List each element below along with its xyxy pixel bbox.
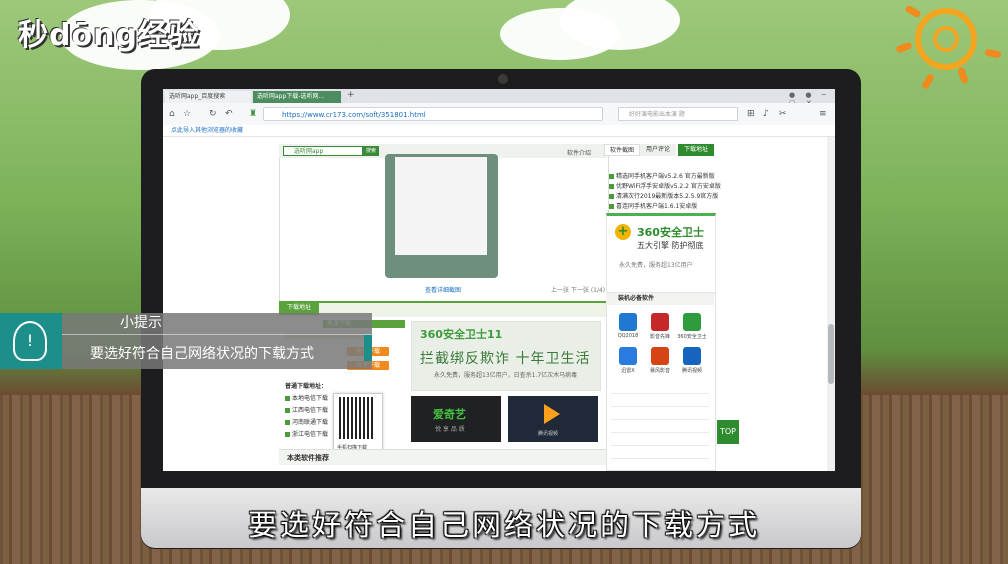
sun-ray — [984, 48, 1002, 59]
tip-title: 小提示 — [120, 315, 162, 331]
refresh-icon[interactable]: ↻ — [209, 107, 217, 121]
shield-icon: ♜ — [249, 109, 258, 119]
news-item[interactable]: 优野WiFi浮手安卓版v5.2.2 官方安卓版 — [609, 181, 721, 190]
site-search-input[interactable]: 选听网app — [283, 146, 363, 156]
tip-lightbulb-panel: ! — [0, 313, 62, 369]
news-item[interactable]: 精选同手机客户端v5.2.6 官方最新版 — [609, 171, 715, 180]
scrollbar-track[interactable] — [827, 137, 835, 471]
related-software-header: 本类软件推荐 — [279, 449, 607, 465]
browser-tab-active[interactable]: 选听网app下载-选听网... — [253, 91, 341, 103]
tip-divider — [62, 334, 372, 335]
app-label: 腾讯视频 — [681, 368, 702, 374]
tab-bar: 选听网app_百度搜索 选听网app下载-选听网... + ● ● ─ ▢ ✕ — [163, 89, 835, 107]
video-subtitle: 要选好符合自己网络状况的下载方式 — [247, 508, 760, 542]
tab-screenshots[interactable]: 软件截图 — [604, 144, 640, 156]
news-item[interactable]: 清满次行2019最新版本5.2.5.9官方版 — [609, 191, 718, 200]
sun-ray — [956, 66, 970, 85]
qq-icon[interactable] — [619, 313, 637, 331]
ad-360-banner[interactable]: 360安全卫士11 拦截绑反欺诈 十年卫生活 永久免费，服务超13亿用户，日查杀… — [411, 321, 601, 391]
ad-iqiyi[interactable]: 爱奇艺 悦 享 品 质 — [411, 396, 501, 442]
software-category-list — [611, 387, 709, 465]
ad-360-sub: 永久免费，服务超13亿用户，日查杀1.7亿次木马病毒 — [434, 372, 578, 379]
scissors-icon[interactable]: ✂ — [779, 107, 787, 121]
star-icon[interactable]: ☆ — [183, 107, 191, 121]
browser-tab[interactable]: 选听网app_百度搜索 — [165, 91, 251, 103]
site-search-button[interactable]: 搜索 — [363, 146, 379, 156]
screenshot-caption[interactable]: 查看详细截图 — [425, 285, 461, 294]
back-icon[interactable]: ↶ — [225, 107, 233, 121]
sidebar-360-line: 五大引擎 防护彻底 — [637, 241, 704, 250]
address-bar: ⌂ ☆ ↻ ↶ ♜ https://www.cr173.com/soft/351… — [163, 103, 835, 126]
iqiyi-label: 爱奇艺 — [433, 408, 466, 421]
app-label: 暴风影音 — [649, 368, 670, 374]
download-link[interactable]: 江西电信下载 — [285, 405, 328, 414]
sidebar-360-sub: 永久免费，服务超13亿用户 — [619, 262, 693, 269]
storm-icon[interactable] — [651, 347, 669, 365]
news-item[interactable]: 喜连同手机客户端1.6.1安卓版 — [609, 201, 697, 210]
sun-core — [933, 26, 959, 52]
webcam — [498, 74, 508, 84]
sun-ray — [920, 72, 936, 91]
app-label: QQ2018 — [617, 333, 639, 339]
tab-user-comments[interactable]: 用户评论 — [640, 144, 676, 156]
iqiyi-sub: 悦 享 品 质 — [435, 426, 465, 433]
grid-icon[interactable]: ⊞ — [747, 107, 755, 121]
app-label: 迅雷X — [621, 368, 635, 374]
tab-software-intro[interactable]: 软件介绍 — [567, 148, 591, 157]
normal-download-title: 普通下载地址： — [285, 383, 328, 390]
app-label: 影音先锋 — [649, 334, 670, 340]
antivirus-icon[interactable] — [683, 313, 701, 331]
download-link[interactable]: 浙江电信下载 — [285, 429, 328, 438]
sidebar-360-title: 360安全卫士 — [637, 226, 704, 239]
ad-tencent-video[interactable]: 腾讯视频 — [508, 396, 598, 442]
brand-logo: 秒dōng经验 — [18, 18, 200, 53]
download-link[interactable]: 河南联通下载 — [285, 417, 328, 426]
ad-360-logo: 360安全卫士11 — [420, 328, 503, 341]
tencent-label: 腾讯视频 — [538, 431, 559, 437]
must-have-title: 装机必备软件 — [606, 293, 714, 305]
screenshot-pager[interactable]: 上一张 下一张 (1/4) — [551, 285, 605, 294]
speaker-icon[interactable]: ♪ — [763, 107, 769, 121]
browser-search-input[interactable]: 好好演电影出本演 题 — [618, 107, 738, 121]
url-input[interactable]: https://www.cr173.com/soft/351801.html — [263, 107, 603, 121]
back-to-top-button[interactable]: TOP — [717, 420, 739, 444]
scrollbar-thumb[interactable] — [828, 324, 834, 384]
qr-code[interactable] — [339, 397, 375, 439]
video-icon[interactable] — [683, 347, 701, 365]
ad-360-slogan: 拦截绑反欺诈 十年卫生活 — [420, 351, 591, 367]
play-icon — [544, 404, 560, 424]
tip-text: 要选好符合自己网络状况的下载方式 — [90, 346, 314, 362]
sun-ray — [904, 4, 922, 19]
app-screenshot-screen — [395, 157, 487, 255]
player-icon[interactable] — [651, 313, 669, 331]
bookmark-bar[interactable]: 点此导入其他浏览器的收藏 — [163, 125, 835, 137]
tip-accent — [364, 335, 372, 361]
sidebar-360-ad[interactable]: + 360安全卫士 五大引擎 防护彻底 永久免费，服务超13亿用户 — [606, 213, 716, 293]
browser-screen: 选听网app_百度搜索 选听网app下载-选听网... + ● ● ─ ▢ ✕ … — [163, 89, 835, 471]
sidebar-tabs: 软件截图 用户评论 下载地址 — [604, 144, 714, 156]
new-tab-button[interactable]: + — [347, 90, 355, 100]
app-label: 360安全卫士 — [677, 334, 707, 340]
home-icon[interactable]: ⌂ — [169, 107, 175, 121]
plus-icon: + — [615, 224, 631, 240]
tab-download[interactable]: 下载地址 — [678, 144, 714, 156]
lightbulb-icon: ! — [13, 321, 47, 361]
sun-ray — [895, 41, 913, 54]
thunder-icon[interactable] — [619, 347, 637, 365]
menu-icon[interactable]: ≡ — [819, 107, 827, 121]
download-link[interactable]: 本地电信下载 — [285, 393, 328, 402]
